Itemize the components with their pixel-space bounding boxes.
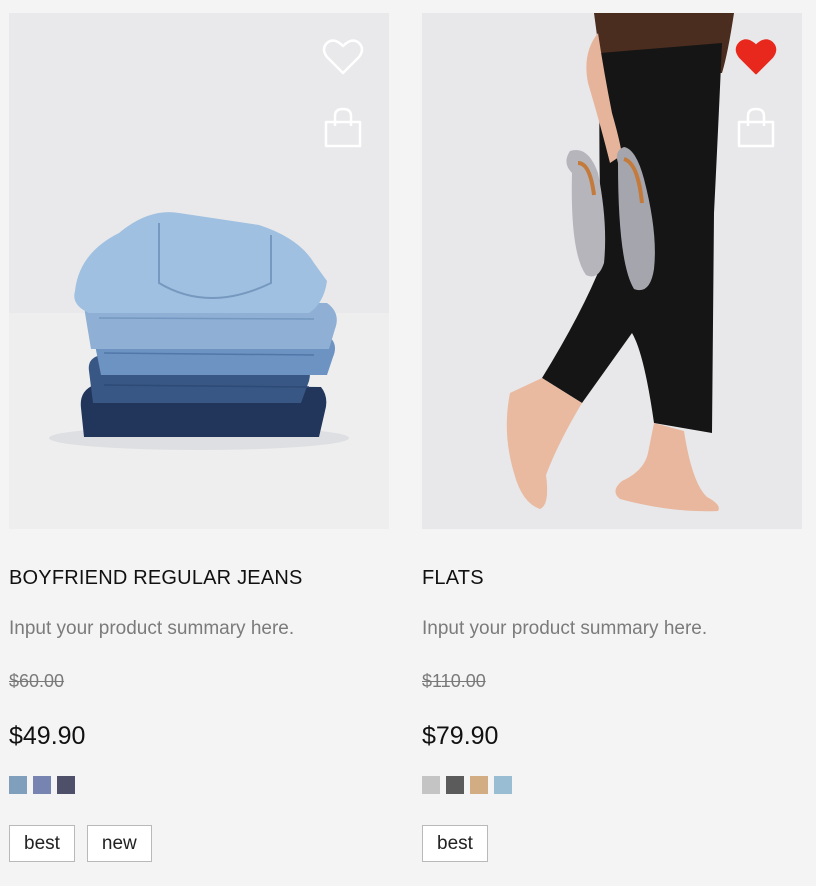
color-swatches <box>422 776 802 794</box>
original-price: $60.00 <box>9 671 65 691</box>
flats-photo <box>422 13 802 529</box>
product-image[interactable] <box>422 13 802 529</box>
color-swatch[interactable] <box>9 776 27 794</box>
color-swatches <box>9 776 389 794</box>
product-name[interactable]: BOYFRIEND REGULAR JEANS <box>9 566 389 590</box>
color-swatch[interactable] <box>470 776 488 794</box>
add-to-cart-button[interactable] <box>321 107 365 148</box>
heart-icon <box>735 39 777 75</box>
color-swatch[interactable] <box>494 776 512 794</box>
shopping-bag-icon <box>737 107 775 148</box>
wishlist-button[interactable] <box>734 37 778 77</box>
tag-badge[interactable]: new <box>86 825 152 862</box>
product-card[interactable]: FLATS Input your product summary here. $… <box>422 13 802 862</box>
product-summary: Input your product summary here. <box>422 618 708 639</box>
add-to-cart-button[interactable] <box>734 107 778 148</box>
jeans-photo <box>9 13 389 529</box>
product-card[interactable]: BOYFRIEND REGULAR JEANS Input your produ… <box>9 13 389 862</box>
sale-price: $49.90 <box>9 722 86 750</box>
product-name[interactable]: FLATS <box>422 566 802 590</box>
tag-badge[interactable]: best <box>422 825 488 862</box>
product-tags: best new <box>9 825 389 862</box>
tag-badge[interactable]: best <box>9 825 75 862</box>
color-swatch[interactable] <box>33 776 51 794</box>
color-swatch[interactable] <box>446 776 464 794</box>
wishlist-button[interactable] <box>321 37 365 77</box>
color-swatch[interactable] <box>57 776 75 794</box>
color-swatch[interactable] <box>422 776 440 794</box>
product-tags: best <box>422 825 802 862</box>
product-summary: Input your product summary here. <box>9 618 295 639</box>
sale-price: $79.90 <box>422 722 499 750</box>
original-price: $110.00 <box>422 671 486 691</box>
product-image[interactable] <box>9 13 389 529</box>
shopping-bag-icon <box>324 107 362 148</box>
heart-icon <box>322 39 364 75</box>
